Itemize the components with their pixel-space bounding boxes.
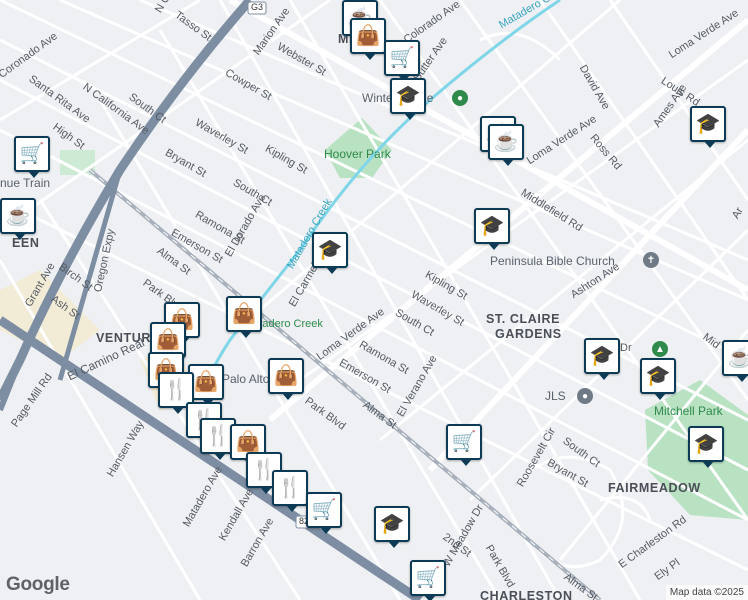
cart-icon: 🛒 <box>19 143 45 165</box>
map-canvas[interactable]: G3 82 MIDTO ST. CLAIRE GARDENS VENTUR FA… <box>0 0 748 600</box>
poi-train[interactable]: nue Train <box>0 176 50 190</box>
fork-knife-icon: 🍴 <box>163 379 189 401</box>
grocery-marker[interactable]: 🛒 <box>306 492 342 534</box>
shield-g3: G3 <box>251 2 264 12</box>
cart-icon: 🛒 <box>451 431 477 453</box>
school-marker[interactable]: 🎓 <box>688 426 724 468</box>
cart-icon: 🛒 <box>311 499 337 521</box>
area-charleston: CHARLESTON <box>480 589 573 600</box>
school-marker[interactable]: 🎓 <box>640 358 676 400</box>
street-label: Dr <box>620 342 632 354</box>
leisure-icon[interactable]: ● <box>452 90 468 106</box>
cafe-marker[interactable]: ☕ <box>722 340 748 382</box>
fork-knife-icon: 🍴 <box>277 477 303 499</box>
school-poi-icon[interactable]: ● <box>577 388 593 404</box>
bag-icon: 👜 <box>231 303 257 325</box>
grad-cap-icon: 🎓 <box>379 513 405 535</box>
grad-cap-icon: 🎓 <box>479 215 505 237</box>
school-marker[interactable]: 🎓 <box>690 106 726 148</box>
shopping-marker[interactable]: 👜 <box>350 18 386 60</box>
cart-icon: 🛒 <box>415 567 441 589</box>
grad-cap-icon: 🎓 <box>693 433 719 455</box>
bag-icon: 👜 <box>273 365 299 387</box>
bag-icon: 👜 <box>155 329 181 351</box>
grad-cap-icon: 🎓 <box>645 365 671 387</box>
map-attribution[interactable]: Map data ©2025 <box>665 585 748 600</box>
grad-cap-icon: 🎓 <box>317 239 343 261</box>
fork-knife-icon: 🍴 <box>205 425 231 447</box>
cafe-marker[interactable]: ☕ <box>488 124 524 166</box>
grad-cap-icon: 🎓 <box>589 345 615 367</box>
cup-icon: ☕ <box>5 205 31 227</box>
area-gardens: GARDENS <box>495 327 562 341</box>
school-marker[interactable]: 🎓 <box>374 506 410 548</box>
school-marker[interactable]: 🎓 <box>390 78 426 120</box>
school-marker[interactable]: 🎓 <box>584 338 620 380</box>
grocery-marker[interactable]: 🛒 <box>384 40 420 82</box>
bag-icon: 👜 <box>193 371 219 393</box>
area-fairmeadow: FAIRMEADOW <box>608 481 701 495</box>
grocery-marker[interactable]: 🛒 <box>410 560 446 600</box>
cafe-marker[interactable]: ☕ <box>0 198 36 240</box>
bag-icon: 👜 <box>355 25 381 47</box>
grad-cap-icon: 🎓 <box>695 113 721 135</box>
bag-icon: 👜 <box>235 431 261 453</box>
poi-jls[interactable]: JLS <box>545 389 566 403</box>
shopping-marker[interactable]: 👜 <box>268 358 304 400</box>
cup-icon: ☕ <box>493 131 519 153</box>
cup-icon: ☕ <box>727 347 748 369</box>
tree-icon[interactable]: ▲ <box>652 341 668 357</box>
park-mitchell[interactable]: Mitchell Park <box>654 404 723 418</box>
grocery-marker[interactable]: 🛒 <box>14 136 50 178</box>
area-st-claire: ST. CLAIRE <box>486 312 561 326</box>
google-logo: Google <box>6 574 70 595</box>
grocery-marker[interactable]: 🛒 <box>446 424 482 466</box>
poi-palo-alto[interactable]: Palo Alto <box>222 372 269 386</box>
grad-cap-icon: 🎓 <box>395 85 421 107</box>
school-marker[interactable]: 🎓 <box>312 232 348 274</box>
church-icon[interactable]: ✝ <box>643 252 659 268</box>
restaurant-marker[interactable]: 🍴 <box>272 470 308 512</box>
poi-peninsula-bible-church[interactable]: Peninsula Bible Church <box>490 254 615 268</box>
cart-icon: 🛒 <box>389 47 415 69</box>
park-hoover[interactable]: Hoover Park <box>324 147 391 161</box>
shopping-marker[interactable]: 👜 <box>226 296 262 338</box>
school-marker[interactable]: 🎓 <box>474 208 510 250</box>
